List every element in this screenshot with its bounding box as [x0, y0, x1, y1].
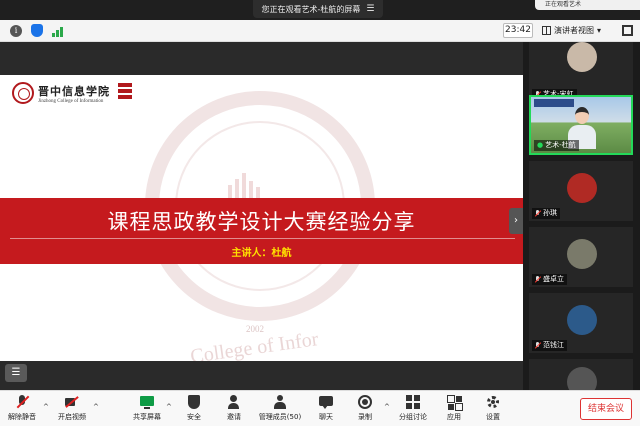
- manage-participants-button[interactable]: 管理成员(50): [258, 395, 302, 422]
- mic-muted-icon: [15, 395, 29, 409]
- settings-button[interactable]: 设置: [471, 395, 515, 422]
- participant-name: 艺术-杜航: [545, 141, 576, 149]
- participants-icon: [273, 395, 287, 409]
- participant-tile[interactable]: 范钱江: [529, 293, 633, 353]
- participant-tile[interactable]: [529, 359, 633, 390]
- chevron-down-icon: ▾: [597, 26, 602, 35]
- view-mode-button[interactable]: 演讲者视图 ▾: [542, 23, 601, 38]
- list-icon[interactable]: ☰: [5, 364, 27, 382]
- start-video-button[interactable]: 开启视频: [50, 395, 94, 422]
- chevron-up-icon[interactable]: ^: [384, 403, 390, 411]
- gear-icon: [486, 395, 500, 409]
- presentation-slide: 2002 College of Infor 晋中信息学院 Jinzhong Co…: [0, 75, 523, 361]
- corner-tab[interactable]: 正在观看艺术: [535, 0, 640, 10]
- menu-icon[interactable]: ☰: [366, 4, 374, 14]
- mic-muted-icon: [535, 342, 541, 349]
- chevron-up-icon[interactable]: ^: [93, 403, 99, 411]
- participant-tile[interactable]: 孙琪: [529, 161, 633, 221]
- chat-icon: [319, 395, 333, 409]
- apps-icon: [447, 395, 463, 411]
- meeting-window: 您正在观看艺术-杜航的屏幕 ☰ 正在观看艺术 i 23:42 演讲者视图 ▾ 2…: [0, 0, 640, 426]
- participant-panel: 艺术-宋虹 ● 艺术-杜航 孙琪 盛卓立 范钱江: [523, 42, 640, 390]
- add-user-icon: [227, 395, 241, 409]
- chevron-up-icon[interactable]: ^: [166, 403, 172, 411]
- avatar: [567, 367, 597, 390]
- end-meeting-button[interactable]: 结束会议: [580, 398, 632, 420]
- view-grid-icon: [542, 26, 551, 35]
- share-screen-icon: [140, 395, 154, 409]
- meeting-timer: 23:42: [503, 23, 533, 38]
- participant-tile-active[interactable]: ● 艺术-杜航: [529, 95, 633, 155]
- logo-chinese-name: 晋中信息学院: [38, 84, 110, 98]
- watermark-building: [228, 173, 260, 201]
- view-mode-label: 演讲者视图: [554, 26, 594, 35]
- title-band: 课程思政教学设计大赛经验分享 主讲人：杜航: [0, 198, 523, 264]
- watermark-year: 2002: [246, 324, 264, 334]
- participant-tile[interactable]: 艺术-宋虹: [529, 42, 633, 102]
- share-banner-text: 您正在观看艺术-杜航的屏幕: [261, 4, 361, 14]
- college-seal-icon: [12, 82, 34, 104]
- participant-name: 孙琪: [543, 209, 557, 217]
- encryption-shield-icon[interactable]: [31, 24, 43, 37]
- signal-icon[interactable]: [52, 25, 64, 37]
- camera-off-icon: [65, 395, 79, 409]
- mic-on-icon: ●: [537, 141, 544, 149]
- avatar: [567, 305, 597, 335]
- shared-screen: 2002 College of Infor 晋中信息学院 Jinzhong Co…: [0, 42, 523, 390]
- speaker-label: 主讲人：杜航: [231, 248, 292, 259]
- logo-english-name: Jinzhong College of Information: [38, 98, 104, 104]
- avatar: [567, 42, 597, 72]
- breakout-icon: [406, 395, 420, 409]
- chevron-up-icon[interactable]: ^: [43, 403, 49, 411]
- logo-mark-icon: [118, 83, 132, 103]
- participant-name: 范钱江: [543, 341, 564, 349]
- apps-button[interactable]: 应用: [432, 395, 476, 422]
- mic-muted-icon: [535, 276, 541, 283]
- avatar: [567, 239, 597, 269]
- mic-muted-icon: [535, 210, 541, 217]
- title-divider: [10, 238, 515, 239]
- chat-button[interactable]: 聊天: [304, 395, 348, 422]
- fullscreen-icon[interactable]: [622, 25, 633, 36]
- next-page-chevron-icon[interactable]: ›: [509, 208, 523, 234]
- share-screen-button[interactable]: 共享屏幕: [125, 395, 169, 422]
- college-logo: 晋中信息学院 Jinzhong College of Information: [12, 82, 132, 104]
- info-icon[interactable]: i: [10, 25, 22, 37]
- record-button[interactable]: 录制: [343, 395, 387, 422]
- unmute-button[interactable]: 解除静音: [0, 395, 44, 422]
- share-banner[interactable]: 您正在观看艺术-杜航的屏幕 ☰: [253, 0, 383, 18]
- breakout-rooms-button[interactable]: 分组讨论: [391, 395, 435, 422]
- meeting-toolbar: 解除静音 ^ 开启视频 ^ 共享屏幕 ^ 安全 邀请 管理成员(50) 聊天 录…: [0, 390, 640, 426]
- avatar: [567, 173, 597, 203]
- security-button[interactable]: 安全: [172, 395, 216, 422]
- top-toolbar: i 23:42 演讲者视图 ▾: [0, 20, 640, 42]
- invite-button[interactable]: 邀请: [212, 395, 256, 422]
- record-icon: [358, 395, 372, 409]
- participant-name: 盛卓立: [543, 275, 564, 283]
- participant-tile[interactable]: 盛卓立: [529, 227, 633, 287]
- slide-title: 课程思政教学设计大赛经验分享: [107, 210, 416, 234]
- shield-icon: [187, 395, 201, 409]
